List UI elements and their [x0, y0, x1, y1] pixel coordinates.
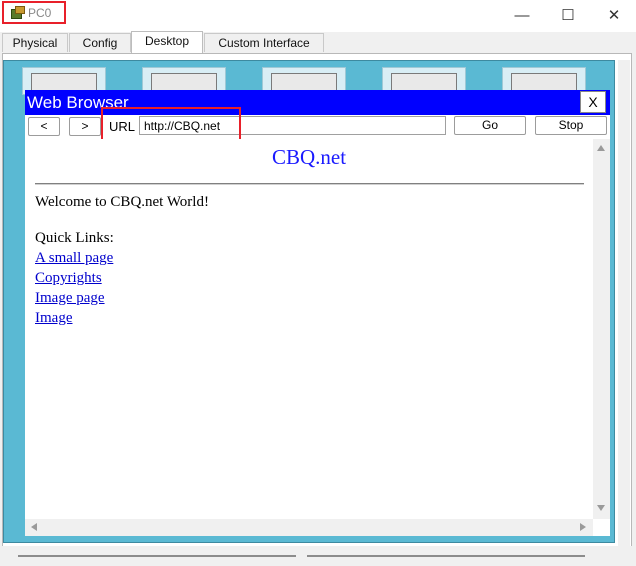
bottom-scroll-strip	[0, 546, 636, 566]
tab-config[interactable]: Config	[69, 33, 131, 52]
back-button[interactable]: <	[28, 117, 60, 136]
stop-button[interactable]: Stop	[535, 116, 607, 135]
maximize-button[interactable]: ☐	[558, 6, 578, 26]
browser-vertical-scrollbar[interactable]	[593, 139, 610, 519]
tab-custom-interface[interactable]: Custom Interface	[204, 33, 324, 52]
bottom-divider	[18, 555, 296, 557]
desktop-scrollbar[interactable]	[618, 60, 630, 558]
forward-button[interactable]: >	[69, 117, 101, 136]
link-copyrights[interactable]: Copyrights	[35, 270, 102, 287]
browser-horizontal-scrollbar[interactable]	[25, 519, 593, 536]
tab-bar: Physical Config Desktop Custom Interface	[0, 31, 636, 53]
bottom-divider	[307, 555, 585, 557]
link-image[interactable]: Image	[35, 310, 72, 327]
tab-physical[interactable]: Physical	[2, 33, 68, 52]
tab-desktop[interactable]: Desktop	[131, 31, 203, 53]
page-content: CBQ.net Welcome to CBQ.net World! Quick …	[25, 139, 593, 519]
app-title-highlight: PC0	[2, 1, 66, 24]
welcome-text: Welcome to CBQ.net World!	[35, 194, 209, 210]
scroll-down-arrow-icon[interactable]	[597, 505, 605, 511]
close-window-button[interactable]: ✕	[604, 6, 624, 26]
quick-links-label: Quick Links:	[35, 230, 114, 246]
window-title: PC0	[28, 5, 52, 20]
horizontal-rule	[35, 183, 584, 185]
url-label: URL	[109, 119, 136, 134]
browser-close-button[interactable]: X	[580, 91, 606, 113]
url-input[interactable]	[139, 116, 446, 135]
pc-icon	[10, 5, 25, 20]
go-button[interactable]: Go	[454, 116, 526, 135]
browser-toolbar: < > URL Go Stop	[25, 107, 610, 141]
web-browser-window: Web Browser X < > URL Go Stop CBQ.net We…	[25, 90, 610, 536]
link-image-page[interactable]: Image page	[35, 290, 105, 307]
window-titlebar: PC0 — ☐ ✕	[0, 0, 636, 32]
page-heading: CBQ.net	[271, 145, 347, 169]
scroll-right-arrow-icon[interactable]	[580, 523, 586, 531]
browser-title: Web Browser	[25, 90, 610, 115]
scroll-left-arrow-icon[interactable]	[31, 523, 37, 531]
link-a-small-page[interactable]: A small page	[35, 250, 113, 267]
minimize-button[interactable]: —	[512, 6, 532, 26]
scroll-up-arrow-icon[interactable]	[597, 145, 605, 151]
